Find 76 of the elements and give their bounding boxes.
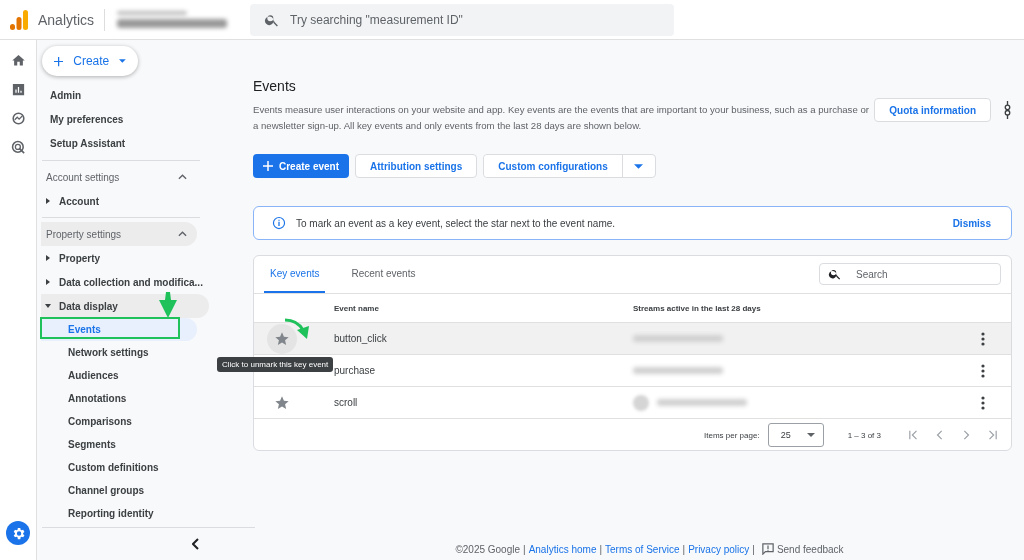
bar-chart-icon[interactable] [10,82,26,97]
expander-icon[interactable] [45,198,51,204]
more-icon[interactable] [981,331,985,346]
tooltip: Click to unmark this key event [217,357,334,372]
sidebar-link[interactable]: My preferences [41,108,245,132]
page-range: 1 – 3 of 3 [847,430,881,440]
sidebar-item[interactable]: Reporting identity [41,502,197,525]
more-icon[interactable] [981,395,985,410]
logo-icon [10,9,28,30]
sidebar-item[interactable]: Segments [41,433,197,456]
tree-item[interactable]: Property [41,246,209,270]
home-icon[interactable] [10,53,26,68]
tab[interactable]: Key events [264,256,326,293]
footer-link[interactable]: Analytics home [528,543,597,555]
page-description: Events measure user interactions on your website and app. Key events are the events that are important to your business, such as a purchase or a newsletter sign-up. All key events and only events from the last 28 days are shown below. [253,103,870,133]
plus-icon [263,161,273,171]
create-event-button[interactable]: Create event [253,154,350,178]
sidebar-item[interactable]: Custom definitions [41,456,197,479]
search-icon [828,267,842,281]
custom-configurations-button[interactable]: Custom configurations [484,155,623,177]
tab[interactable]: Recent events [345,256,422,293]
footer-link[interactable]: Terms of Service [605,543,680,555]
section-header[interactable]: Property settings [41,222,197,246]
section-header[interactable]: Account settings [41,165,197,189]
sidebar-item[interactable]: Network settings [41,341,197,364]
separator: | [682,543,686,555]
sidebar-link[interactable]: Admin [41,84,245,108]
avatar-icon [633,394,649,411]
annotation-arrow [158,292,178,318]
items-per-page-label: Items per page: [704,430,760,440]
create-button[interactable]: Create [42,46,138,76]
separator: | [599,543,603,555]
feedback-link[interactable]: Send feedback [776,543,844,555]
table-cell: button_click [334,323,633,355]
more-icon[interactable] [981,363,985,378]
page-title: Events [253,78,297,94]
separator: | [752,543,755,555]
collapse-icon[interactable] [192,538,200,550]
settings-icon[interactable] [6,521,30,545]
sidebar-item[interactable]: Audiences [41,364,197,387]
sidebar-item[interactable]: Annotations [41,387,197,410]
footer-link[interactable]: Privacy policy [688,543,750,555]
sidebar-item[interactable]: Comparisons [41,410,197,433]
chevron-icon [178,174,187,180]
search-field[interactable]: Search [819,263,1001,285]
dismiss-link[interactable]: Dismiss [952,217,991,229]
attribution-button[interactable]: Attribution settings [355,154,478,178]
info-icon [272,216,286,230]
explore-icon[interactable] [10,111,26,126]
feedback-icon[interactable] [761,543,774,555]
star-icon[interactable] [274,330,290,347]
target-icon[interactable] [10,140,26,155]
quota-button[interactable]: Quota information [874,98,991,122]
star-icon[interactable] [274,394,290,411]
copyright-text: ©2025 Google [455,543,521,555]
expander-icon[interactable] [45,303,51,309]
expander-icon[interactable] [45,279,51,285]
banner-text: To mark an event as a key event, select the star next to the event name. [296,217,617,229]
tree-item[interactable]: Account [41,189,209,213]
tree-item[interactable]: Data collection and modifica... [41,270,209,294]
route-icon[interactable] [1003,101,1012,119]
sidebar-link[interactable]: Setup Assistant [41,132,245,156]
caret-icon [634,163,644,169]
expander-icon[interactable] [45,255,51,261]
separator: | [523,543,526,555]
items-per-page-select[interactable]: 25 [767,423,824,447]
plus-icon [54,55,64,67]
chevron-icon [178,231,187,237]
tree-item[interactable]: Data display [41,294,209,318]
caret-icon [806,433,815,437]
sidebar-item[interactable]: Channel groups [41,479,197,502]
product-name: Analytics [38,8,106,31]
table-cell: purchase [334,355,633,387]
search-field[interactable]: Try searching "measurement ID" [250,3,675,36]
caret-icon [119,59,126,63]
table-cell: scroll [334,387,633,419]
